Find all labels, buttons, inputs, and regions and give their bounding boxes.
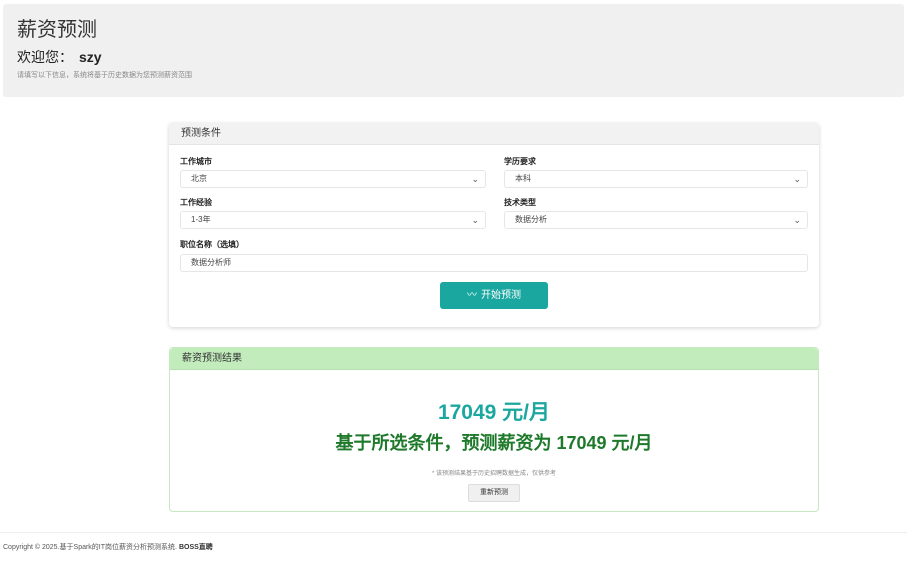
welcome-line: 欢迎您： szy bbox=[17, 48, 904, 66]
tech-label: 技术类型 bbox=[504, 198, 536, 207]
city-select[interactable]: 北京 ⌄ bbox=[180, 170, 486, 188]
result-card: 薪资预测结果 17049 元/月 基于所选条件，预测薪资为 17049 元/月 … bbox=[169, 347, 819, 512]
result-title: 薪资预测结果 bbox=[170, 348, 818, 370]
chart-line-icon: 〰 bbox=[467, 290, 477, 301]
education-label: 学历要求 bbox=[504, 157, 536, 166]
footer-divider bbox=[0, 532, 907, 533]
experience-label: 工作经验 bbox=[180, 198, 212, 207]
predicted-amount: 17049 元/月 bbox=[437, 401, 551, 424]
prediction-statement: 基于所选条件，预测薪资为 17049 元/月 bbox=[335, 433, 653, 453]
chevron-down-icon: ⌄ bbox=[471, 215, 479, 225]
city-value: 北京 bbox=[191, 174, 207, 183]
city-label: 工作城市 bbox=[180, 157, 212, 166]
chevron-down-icon: ⌄ bbox=[793, 215, 801, 225]
tech-value: 数据分析 bbox=[515, 215, 547, 224]
footer: Copyright © 2025.基于Spark的IT岗位薪资分析预测系统. B… bbox=[3, 542, 213, 552]
footer-text: Copyright © 2025.基于Spark的IT岗位薪资分析预测系统. bbox=[3, 544, 177, 551]
experience-value: 1-3年 bbox=[191, 215, 211, 224]
start-predict-button[interactable]: 〰开始预测 bbox=[440, 282, 548, 309]
experience-select[interactable]: 1-3年 ⌄ bbox=[180, 211, 486, 229]
conditions-title: 预测条件 bbox=[169, 123, 819, 145]
chevron-down-icon: ⌄ bbox=[471, 174, 479, 184]
position-label: 职位名称（选填） bbox=[180, 240, 244, 249]
retry-button[interactable]: 重新预测 bbox=[468, 484, 520, 502]
chevron-down-icon: ⌄ bbox=[793, 174, 801, 184]
footer-brand: BOSS直聘 bbox=[178, 544, 213, 551]
page-hint: 请填写以下信息，系统将基于历史数据为您预测薪资范围 bbox=[17, 72, 192, 79]
welcome-label: 欢迎您： bbox=[17, 49, 73, 65]
education-select[interactable]: 本科 ⌄ bbox=[504, 170, 808, 188]
position-input[interactable]: 数据分析师 bbox=[180, 254, 808, 272]
tech-select[interactable]: 数据分析 ⌄ bbox=[504, 211, 808, 229]
position-value: 数据分析师 bbox=[191, 258, 231, 267]
page-title: 薪资预测 bbox=[17, 19, 97, 41]
start-predict-label: 开始预测 bbox=[481, 290, 521, 301]
disclaimer-note: * 该预测结果基于历史招聘数据生成，仅供参考 bbox=[431, 471, 556, 477]
education-value: 本科 bbox=[515, 174, 531, 183]
page-header: 薪资预测 欢迎您： szy 请填写以下信息，系统将基于历史数据为您预测薪资范围 bbox=[3, 4, 904, 97]
conditions-card: 预测条件 工作城市 北京 ⌄ 学历要求 本科 ⌄ 工作经验 1-3年 ⌄ 技术类… bbox=[169, 123, 819, 327]
username: szy bbox=[79, 49, 102, 65]
